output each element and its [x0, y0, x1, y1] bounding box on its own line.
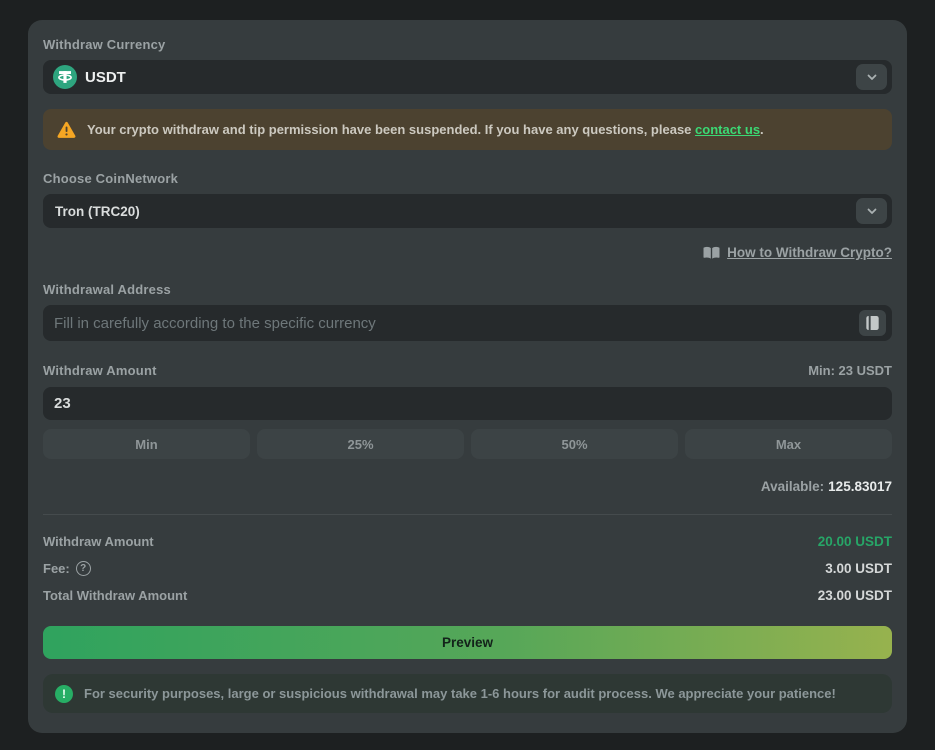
withdrawal-address-label: Withdrawal Address	[43, 282, 892, 297]
withdraw-amount-head: Withdraw Amount Min: 23 USDT	[43, 363, 892, 378]
info-icon: !	[55, 685, 73, 703]
available-label: Available:	[761, 479, 824, 494]
withdraw-currency-label: Withdraw Currency	[43, 37, 892, 52]
summary-row-fee: Fee: ? 3.00 USDT	[43, 555, 892, 582]
summary-row-withdraw-amount: Withdraw Amount 20.00 USDT	[43, 528, 892, 555]
percent-50-button[interactable]: 50%	[471, 429, 678, 459]
network-dropdown-button[interactable]	[856, 198, 887, 224]
currency-dropdown-button[interactable]	[856, 64, 887, 90]
coin-network-label: Choose CoinNetwork	[43, 171, 892, 186]
fee-help-icon[interactable]: ?	[76, 561, 91, 576]
network-selected-value: Tron (TRC20)	[55, 204, 140, 219]
suspension-warning-banner: Your crypto withdraw and tip permission …	[43, 109, 892, 150]
paste-address-button[interactable]	[859, 310, 886, 336]
withdraw-amount-field	[43, 387, 892, 420]
chevron-down-icon	[866, 71, 878, 83]
withdrawal-address-field	[43, 305, 892, 341]
currency-select[interactable]: USDT	[43, 60, 892, 94]
chevron-down-icon	[866, 205, 878, 217]
how-to-withdraw-link[interactable]: How to Withdraw Crypto?	[727, 245, 892, 260]
min-amount-note: Min: 23 USDT	[808, 363, 892, 378]
summary-withdraw-label: Withdraw Amount	[43, 534, 154, 549]
suspension-warning-text-main: Your crypto withdraw and tip permission …	[87, 122, 691, 137]
network-select[interactable]: Tron (TRC20)	[43, 194, 892, 228]
summary-row-total: Total Withdraw Amount 23.00 USDT	[43, 582, 892, 609]
summary-total-label: Total Withdraw Amount	[43, 588, 187, 603]
book-icon	[703, 246, 720, 260]
percent-25-button[interactable]: 25%	[257, 429, 464, 459]
available-value: 125.83017	[828, 479, 892, 494]
withdraw-amount-input[interactable]	[54, 395, 886, 412]
currency-selected-value: USDT	[85, 69, 126, 86]
preview-button[interactable]: Preview	[43, 626, 892, 659]
max-button[interactable]: Max	[685, 429, 892, 459]
withdraw-amount-label: Withdraw Amount	[43, 363, 157, 378]
suspension-warning-text-suffix: .	[760, 122, 764, 137]
security-info-banner: ! For security purposes, large or suspic…	[43, 674, 892, 713]
summary-fee-label-text: Fee:	[43, 561, 70, 576]
summary-fee-label: Fee: ?	[43, 561, 91, 576]
warning-icon	[57, 121, 76, 139]
tether-icon	[53, 65, 77, 89]
summary-divider	[43, 514, 892, 515]
quick-amount-buttons: Min 25% 50% Max	[43, 429, 892, 459]
summary-fee-value: 3.00 USDT	[825, 561, 892, 576]
help-row: How to Withdraw Crypto?	[43, 245, 892, 260]
available-balance-row: Available: 125.83017	[43, 479, 892, 494]
summary-total-value: 23.00 USDT	[818, 588, 892, 603]
security-info-text: For security purposes, large or suspicio…	[84, 686, 836, 701]
min-button[interactable]: Min	[43, 429, 250, 459]
withdraw-summary: Withdraw Amount 20.00 USDT Fee: ? 3.00 U…	[43, 528, 892, 609]
contact-us-link[interactable]: contact us	[695, 122, 760, 137]
withdraw-panel: Withdraw Currency USDT	[28, 20, 907, 733]
summary-withdraw-value: 20.00 USDT	[818, 534, 892, 549]
paste-icon	[865, 315, 880, 331]
withdrawal-address-input[interactable]	[54, 315, 859, 332]
suspension-warning-text: Your crypto withdraw and tip permission …	[87, 122, 764, 137]
